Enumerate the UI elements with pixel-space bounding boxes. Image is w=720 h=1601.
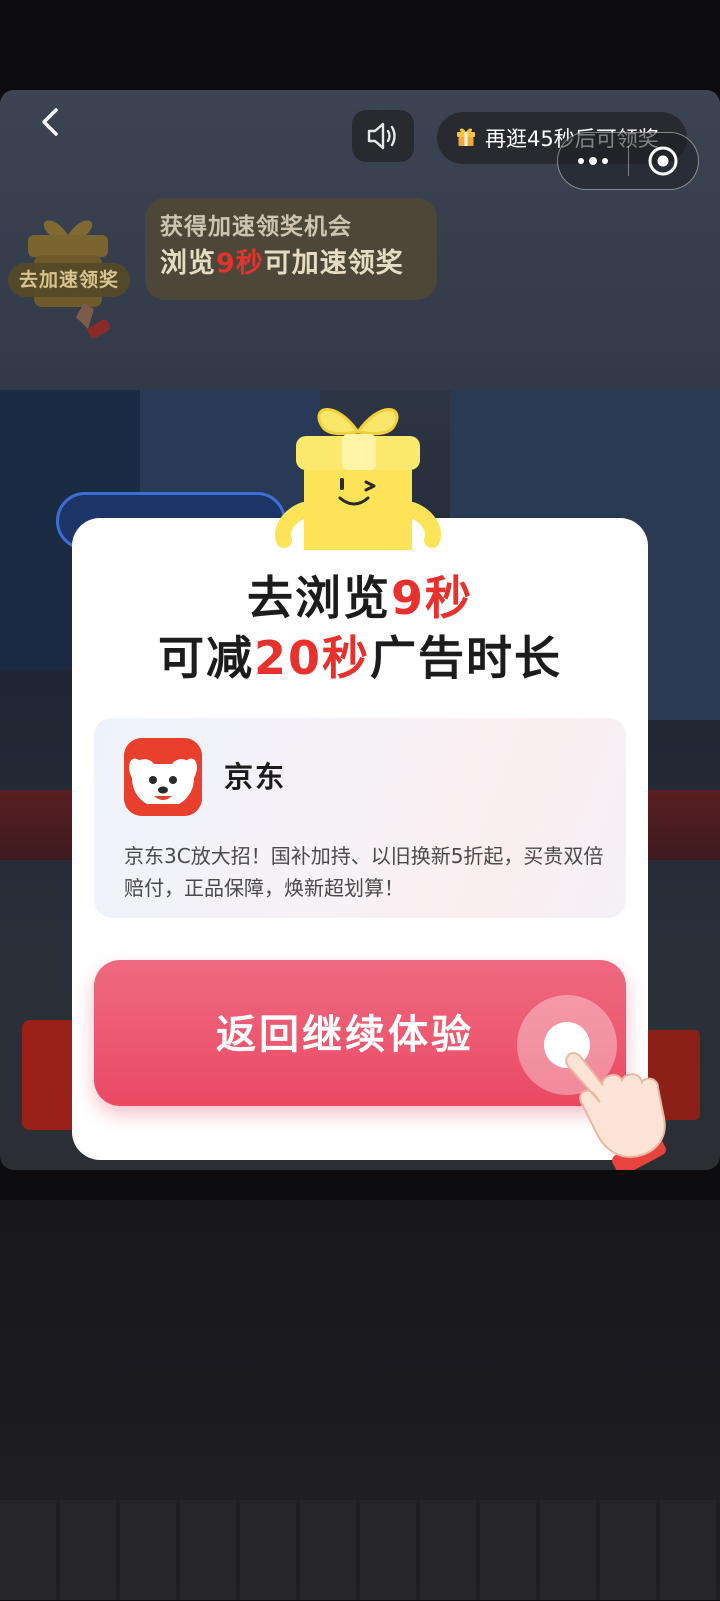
- close-miniprogram-button[interactable]: [629, 133, 699, 189]
- speedup-badge[interactable]: 去加速领奖: [8, 263, 130, 297]
- bottom-dim-area: [0, 1200, 720, 1600]
- app-name: 京东: [224, 760, 287, 794]
- dialog-title-line1: 去浏览9秒: [246, 571, 473, 625]
- back-arrow-icon: [42, 108, 58, 136]
- sound-toggle-button[interactable]: [352, 110, 414, 162]
- gift-icon: [455, 125, 477, 152]
- app-info-card[interactable]: 京东 京东3C放大招！国补加持、以旧换新5折起，买贵双倍赔付，正品保障，焕新超划…: [94, 718, 626, 918]
- dialog-title: 去浏览9秒 可减20秒广告时长: [72, 568, 648, 688]
- more-dots-icon: [577, 157, 608, 165]
- gift-mascot-icon: [270, 400, 445, 550]
- jd-app-logo-icon: [124, 738, 202, 816]
- speedup-line1: 获得加速领奖机会: [160, 214, 352, 240]
- miniprogram-capsule: [557, 132, 699, 190]
- more-button[interactable]: [558, 133, 628, 189]
- speaker-icon: [367, 122, 396, 150]
- speedup-seconds: 9秒: [216, 248, 264, 279]
- speedup-line2: 浏览9秒可加速领奖: [160, 248, 404, 279]
- close-target-icon: [648, 146, 678, 176]
- speedup-prompt[interactable]: 获得加速领奖机会 浏览9秒可加速领奖: [145, 198, 437, 300]
- back-button[interactable]: [30, 98, 74, 146]
- app-description: 京东3C放大招！国补加持、以旧换新5折起，买贵双倍赔付，正品保障，焕新超划算！: [124, 844, 604, 900]
- pointing-hand-icon: [560, 1040, 690, 1176]
- brick-pattern: [0, 1500, 720, 1600]
- ad-screen: 再逛45秒后可领奖 去加速领奖 获得加速领奖机会 浏览: [0, 0, 720, 1601]
- dialog-title-line2: 可减20秒广告时长: [157, 631, 562, 685]
